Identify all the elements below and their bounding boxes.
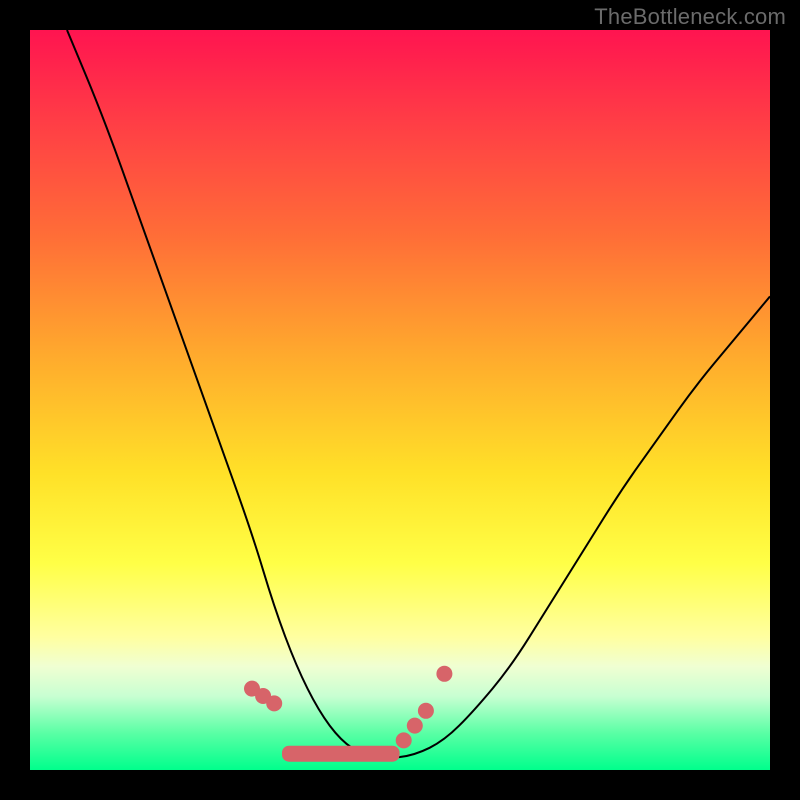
marker-bead-right (407, 718, 423, 734)
bottleneck-curve-line (67, 30, 770, 758)
marker-bead-right (418, 703, 434, 719)
chart-frame: TheBottleneck.com (0, 0, 800, 800)
watermark-text: TheBottleneck.com (594, 4, 786, 30)
marker-bead-right (396, 732, 412, 748)
marker-bead-left (266, 695, 282, 711)
marker-bead-right (436, 666, 452, 682)
plot-area (30, 30, 770, 770)
marker-bottom-blob (289, 753, 393, 755)
curve-svg (30, 30, 770, 770)
marker-layer (244, 666, 452, 755)
